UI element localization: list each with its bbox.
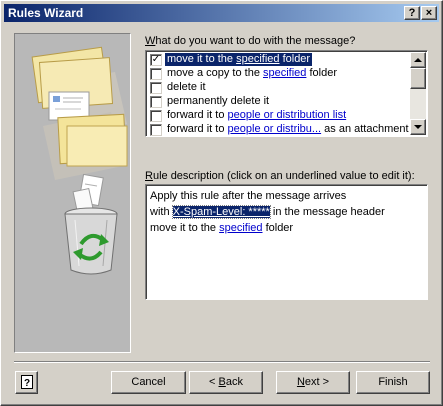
svg-text:?: ? — [23, 378, 29, 389]
rule-description-box: Apply this rule after the message arrive… — [145, 184, 428, 300]
next-button[interactable]: Next > — [276, 371, 350, 394]
action-label: permanently delete it — [167, 95, 270, 107]
description-line: Apply this rule after the message arrive… — [150, 190, 347, 202]
action-item-forward[interactable]: forward it to people or distribution lis… — [148, 109, 412, 123]
wizard-illustration — [14, 33, 131, 353]
actions-scrollbar[interactable] — [410, 52, 426, 135]
rules-wizard-dialog: Rules Wizard ? × What do you want to do … — [0, 0, 443, 406]
action-label: delete it — [167, 81, 206, 93]
help-button[interactable]: ? — [15, 371, 38, 394]
arrow-down-icon — [414, 125, 422, 129]
arrow-up-icon — [414, 58, 422, 62]
window-title: Rules Wizard — [8, 6, 84, 20]
action-item-forward-attachment[interactable]: forward it to people or distribu... as a… — [148, 123, 412, 136]
scroll-up-button[interactable] — [410, 52, 426, 68]
action-item-move-to-folder[interactable]: ✓ move it to the specified folder — [148, 53, 412, 67]
button-separator — [14, 361, 430, 363]
action-checkbox[interactable] — [150, 82, 162, 94]
title-bar: Rules Wizard ? × — [4, 4, 439, 22]
title-close-button[interactable]: × — [421, 6, 437, 20]
action-checkbox[interactable] — [150, 110, 162, 122]
title-help-button[interactable]: ? — [404, 6, 420, 20]
people-list-link[interactable]: people or distribution list — [228, 109, 347, 121]
help-book-icon: ? — [20, 375, 33, 389]
back-button[interactable]: < Back — [189, 371, 263, 394]
action-checkbox[interactable]: ✓ — [150, 54, 162, 66]
actions-question-label: What do you want to do with the message? — [145, 35, 356, 47]
scroll-down-button[interactable] — [410, 119, 426, 135]
specified-link[interactable]: specified — [236, 53, 279, 65]
finish-button[interactable]: Finish — [356, 371, 430, 394]
specified-folder-link[interactable]: specified — [219, 222, 262, 234]
actions-checklist[interactable]: ✓ move it to the specified folder move a… — [145, 50, 428, 137]
action-item-copy-to-folder[interactable]: move a copy to the specified folder — [148, 67, 412, 81]
action-checkbox[interactable] — [150, 96, 162, 108]
spam-level-value-link[interactable]: X-Spam-Level: ***** — [171, 205, 271, 219]
action-label: move a copy to the specified folder — [167, 67, 337, 79]
specified-link[interactable]: specified — [263, 67, 306, 79]
action-item-permanently-delete[interactable]: permanently delete it — [148, 95, 412, 109]
action-label: forward it to people or distribu... as a… — [167, 123, 409, 135]
folders-and-recycle-bin-image — [31, 46, 128, 275]
description-line: move it to the specified folder — [150, 222, 294, 234]
rule-description-label: Rule description (click on an underlined… — [145, 170, 415, 182]
action-checkbox[interactable] — [150, 124, 162, 136]
action-label: forward it to people or distribution lis… — [167, 109, 347, 121]
action-item-delete[interactable]: delete it — [148, 81, 412, 95]
people-list-link[interactable]: people or distribu... — [228, 123, 322, 135]
description-line: with X-Spam-Level: ***** in the message … — [150, 205, 385, 219]
cancel-button[interactable]: Cancel — [111, 371, 186, 394]
action-label: move it to the specified folder — [165, 53, 313, 66]
action-checkbox[interactable] — [150, 68, 162, 80]
scroll-thumb[interactable] — [410, 68, 426, 89]
